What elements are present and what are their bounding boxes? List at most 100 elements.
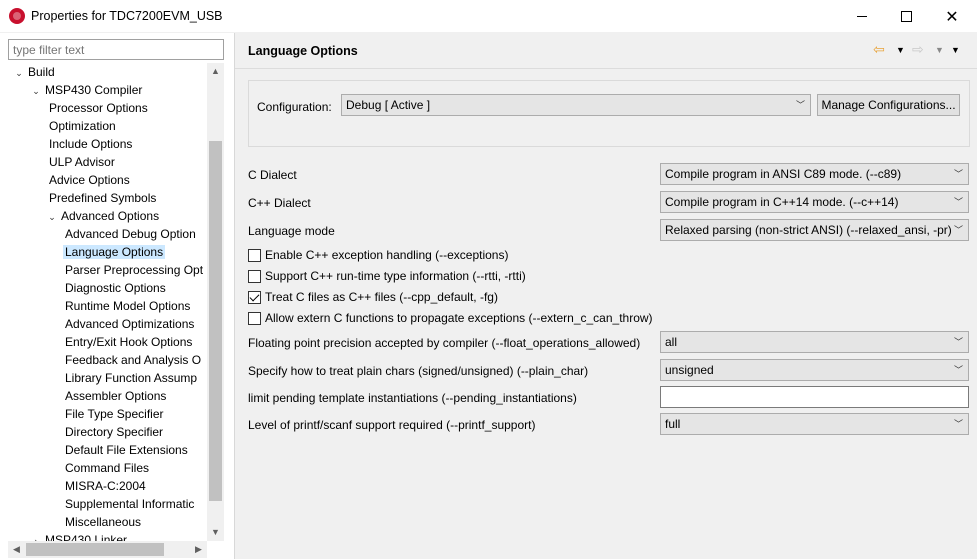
- float-precision-value: all: [665, 335, 678, 349]
- tree-item[interactable]: Command Files: [63, 459, 151, 477]
- view-menu-chevron-icon[interactable]: ▼: [951, 45, 960, 55]
- tree-item-label: Parser Preprocessing Opt: [65, 263, 204, 277]
- tree-item[interactable]: ⌄ MSP430 Compiler: [29, 81, 144, 99]
- tree-item[interactable]: Supplemental Informatic: [63, 495, 196, 513]
- tree-item-label: Feedback and Analysis O: [65, 353, 202, 367]
- collapse-chevron-icon[interactable]: ⌄: [45, 208, 59, 226]
- tree-item-label: Predefined Symbols: [49, 191, 157, 205]
- tree-item-label: Include Options: [49, 137, 133, 151]
- scroll-left-icon[interactable]: ◀: [8, 541, 25, 558]
- tree-item-label: Miscellaneous: [65, 515, 142, 529]
- maximize-button[interactable]: [883, 0, 929, 33]
- expand-chevron-icon[interactable]: ›: [29, 532, 43, 541]
- collapse-chevron-icon[interactable]: ⌄: [12, 64, 26, 82]
- configuration-value: Debug [ Active ]: [346, 98, 431, 112]
- language-mode-select[interactable]: Relaxed parsing (non-strict ANSI) (--rel…: [660, 219, 969, 241]
- vertical-scroll-thumb[interactable]: [209, 141, 222, 501]
- back-history-chevron-icon[interactable]: ▼: [896, 45, 905, 55]
- tree-item-label: Directory Specifier: [65, 425, 164, 439]
- page-title: Language Options: [248, 44, 358, 58]
- chevron-down-icon: ﹀: [795, 100, 805, 110]
- horizontal-scroll-thumb[interactable]: [26, 543, 164, 556]
- tree-item-label: Advanced Options: [61, 209, 160, 223]
- chevron-down-icon: ﹀: [953, 365, 963, 375]
- printf-support-label: Level of printf/scanf support required (…: [248, 418, 536, 432]
- tree-item[interactable]: Directory Specifier: [63, 423, 165, 441]
- scroll-right-icon[interactable]: ▶: [190, 541, 207, 558]
- cpp-dialect-value: Compile program in C++14 mode. (--c++14): [665, 195, 899, 209]
- tree-item-label: MSP430 Compiler: [45, 83, 143, 97]
- tree-item[interactable]: File Type Specifier: [63, 405, 166, 423]
- exceptions-checkbox-row[interactable]: Enable C++ exception handling (--excepti…: [248, 248, 508, 262]
- printf-support-value: full: [665, 417, 681, 431]
- pending-instantiations-input[interactable]: [660, 386, 969, 408]
- tree-item[interactable]: Processor Options: [47, 99, 150, 117]
- tree-item[interactable]: Parser Preprocessing Opt: [63, 261, 205, 279]
- cpp-dialect-select[interactable]: Compile program in C++14 mode. (--c++14)…: [660, 191, 969, 213]
- cpp-default-checkbox[interactable]: [248, 290, 261, 304]
- close-button[interactable]: ✕: [929, 0, 975, 33]
- float-precision-select[interactable]: all ﹀: [660, 331, 969, 353]
- forward-history-chevron-icon[interactable]: ▼: [935, 45, 944, 55]
- manage-configurations-button[interactable]: Manage Configurations...: [817, 94, 960, 116]
- tree-item[interactable]: Advice Options: [47, 171, 132, 189]
- plain-char-select[interactable]: unsigned ﹀: [660, 359, 969, 381]
- c-dialect-select[interactable]: Compile program in ANSI C89 mode. (--c89…: [660, 163, 969, 185]
- forward-arrow-icon[interactable]: ⇨: [912, 41, 924, 58]
- tree-vertical-scrollbar[interactable]: ▲ ▼: [207, 63, 224, 541]
- printf-support-select[interactable]: full ﹀: [660, 413, 969, 435]
- exceptions-checkbox[interactable]: [248, 248, 261, 262]
- tree-item[interactable]: Include Options: [47, 135, 134, 153]
- rtti-checkbox[interactable]: [248, 269, 261, 283]
- tree-item-label: Optimization: [49, 119, 116, 133]
- tree-item[interactable]: MISRA-C:2004: [63, 477, 148, 495]
- close-icon: ✕: [945, 8, 959, 26]
- tree-item-label: Diagnostic Options: [65, 281, 166, 295]
- chevron-down-icon: ﹀: [953, 225, 963, 235]
- tree-item[interactable]: › MSP430 Linker: [29, 531, 129, 541]
- minimize-button[interactable]: [839, 0, 885, 33]
- tree-item-label: Advice Options: [49, 173, 130, 187]
- scroll-down-icon[interactable]: ▼: [207, 524, 224, 541]
- filter-input[interactable]: [8, 39, 224, 60]
- tree-item[interactable]: Advanced Debug Option: [63, 225, 198, 243]
- app-logo-icon: [9, 8, 25, 24]
- collapse-chevron-icon[interactable]: ⌄: [29, 82, 43, 100]
- tree-item[interactable]: ULP Advisor: [47, 153, 117, 171]
- tree-item-label: Library Function Assump: [65, 371, 198, 385]
- back-arrow-icon[interactable]: ⇦: [873, 41, 885, 58]
- tree-item[interactable]: Diagnostic Options: [63, 279, 168, 297]
- tree-horizontal-scrollbar[interactable]: ◀ ▶: [8, 541, 207, 558]
- tree-item[interactable]: Feedback and Analysis O: [63, 351, 203, 369]
- extern-c-checkbox[interactable]: [248, 311, 261, 325]
- plain-char-value: unsigned: [665, 363, 714, 377]
- maximize-icon: [900, 11, 912, 22]
- plain-char-label: Specify how to treat plain chars (signed…: [248, 364, 589, 378]
- extern-c-checkbox-row[interactable]: Allow extern C functions to propagate ex…: [248, 311, 653, 325]
- tree-item[interactable]: Assembler Options: [63, 387, 168, 405]
- tree-item[interactable]: Predefined Symbols: [47, 189, 158, 207]
- tree-item-label: Default File Extensions: [65, 443, 188, 457]
- scroll-up-icon[interactable]: ▲: [207, 63, 224, 80]
- tree-item[interactable]: Optimization: [47, 117, 118, 135]
- configuration-label: Configuration:: [257, 100, 332, 114]
- tree-item[interactable]: Runtime Model Options: [63, 297, 192, 315]
- language-mode-label: Language mode: [248, 224, 335, 238]
- tree-item[interactable]: Miscellaneous: [63, 513, 143, 531]
- property-tree: ⌄ Build ⌄ MSP430 Compiler Processor Options O…: [0, 63, 207, 541]
- tree-item-label: MSP430 Linker: [45, 533, 128, 541]
- tree-item[interactable]: Language Options: [63, 243, 166, 261]
- tree-item[interactable]: Default File Extensions: [63, 441, 190, 459]
- cpp-default-checkbox-row[interactable]: Treat C files as C++ files (--cpp_defaul…: [248, 290, 498, 304]
- rtti-checkbox-row[interactable]: Support C++ run-time type information (-…: [248, 269, 526, 283]
- tree-item[interactable]: ⌄ Advanced Options: [45, 207, 161, 225]
- tree-item-label: Assembler Options: [65, 389, 167, 403]
- tree-item[interactable]: Library Function Assump: [63, 369, 199, 387]
- tree-item[interactable]: ⌄ Build: [12, 63, 57, 81]
- tree-item[interactable]: Advanced Optimizations: [63, 315, 196, 333]
- tree-item-label: Build: [28, 65, 55, 79]
- pending-instantiations-label: limit pending template instantiations (-…: [248, 391, 577, 405]
- configuration-select[interactable]: Debug [ Active ] ﹀: [341, 94, 811, 116]
- title-bar: Properties for TDC7200EVM_USB ✕: [0, 0, 977, 33]
- tree-item[interactable]: Entry/Exit Hook Options: [63, 333, 194, 351]
